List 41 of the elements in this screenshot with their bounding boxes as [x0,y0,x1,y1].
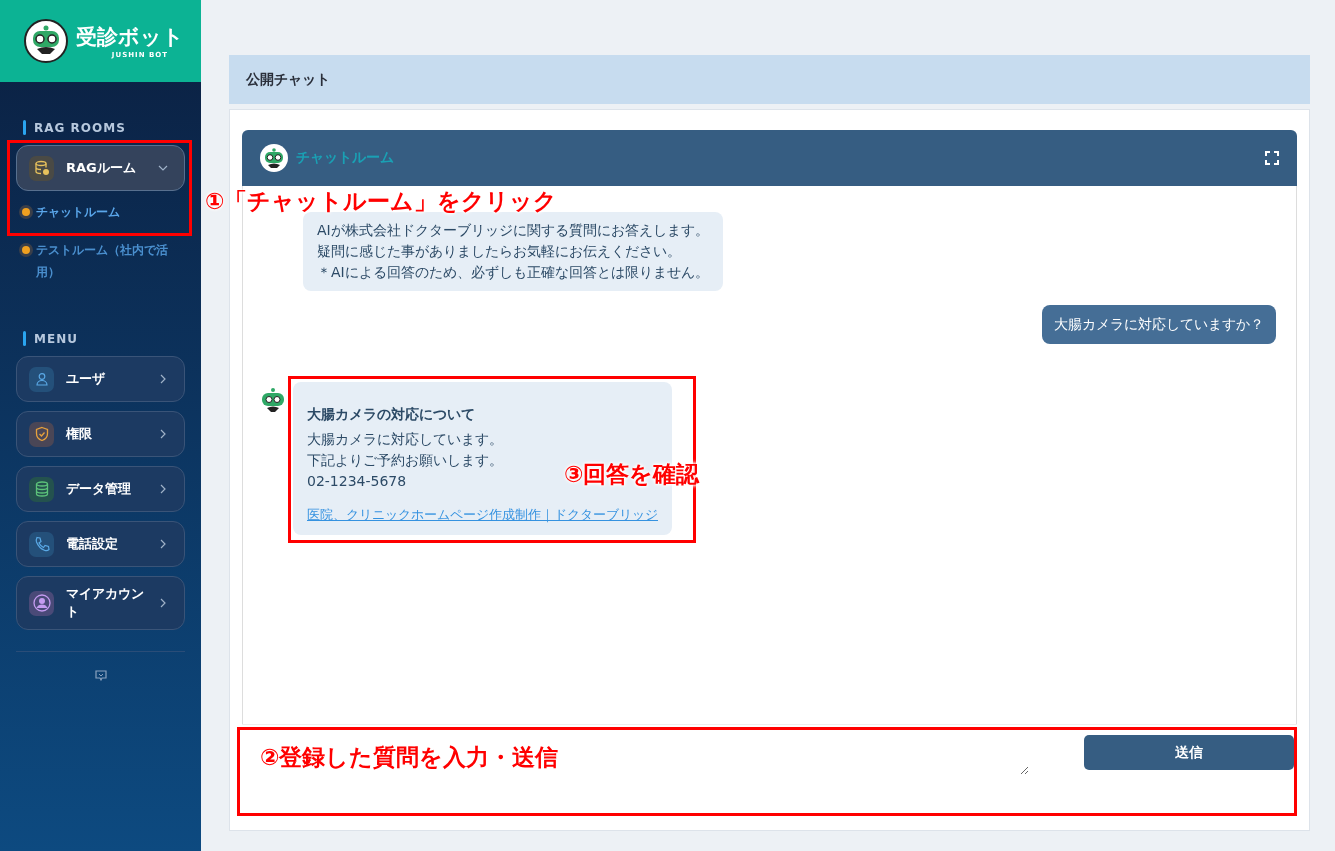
account-icon [32,594,51,612]
message-line: 大腸カメラに対応しています。 [307,430,503,449]
menu-item[interactable]: ユーザ [16,356,185,402]
message-line: 疑問に感じた事がありましたらお気軽にお伝えください。 [317,242,681,261]
robot-avatar-icon [260,144,288,172]
rag-room-group[interactable]: RAGルーム [16,145,185,191]
page-title: 公開チャット [246,70,330,89]
status-dot-icon [22,246,30,254]
fullscreen-icon[interactable] [1265,151,1279,165]
database-icon [34,481,49,497]
answer-title: 大腸カメラの対応について [307,405,476,424]
menu-item[interactable]: 権限 [16,411,185,457]
chevron-icon [158,429,168,439]
message-line: ＊AIによる回答のため、必ずしも正確な回答とは限りません。 [317,263,709,282]
section-heading: MENU [34,331,78,346]
user-icon [34,372,49,386]
message-line: 下記よりご予約お願いします。 [307,451,503,470]
database-icon [33,160,50,176]
annotation-label: ①「チャットルーム」をクリック [205,188,558,214]
menu-item[interactable]: データ管理 [16,466,185,512]
menu-item[interactable]: 電話設定 [16,521,185,567]
robot-avatar-icon [259,386,287,414]
chevron-icon [158,374,168,384]
chevron-icon [158,539,168,549]
app-title: 受診ボット [76,24,184,51]
message-line: 大腸カメラに対応していますか？ [1054,315,1264,334]
send-button[interactable]: 送信 [1084,735,1294,770]
robot-logo-icon [24,19,68,63]
status-dot-icon [22,208,30,216]
message-line: AIが株式会社ドクターブリッジに関する質問にお答えします。 [317,221,709,240]
menu-item[interactable]: マイアカウント [16,576,185,630]
room-link[interactable]: テストルーム（社内で活用） [16,233,185,293]
chat-title: チャットルーム [296,149,395,167]
shield-icon [33,426,50,442]
comment-icon[interactable] [94,670,107,682]
room-link[interactable]: チャットルーム [16,195,185,233]
message-line: 02-1234-5678 [307,472,407,491]
chevron-icon [158,484,168,494]
chevron-icon [158,598,168,608]
section-heading: RAG ROOMS [34,120,126,135]
phone-icon [33,536,50,552]
